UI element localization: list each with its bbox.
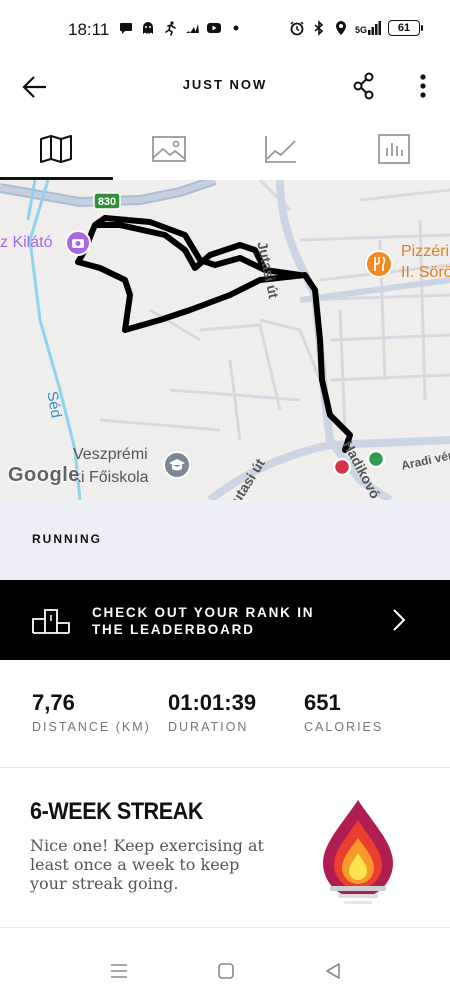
stat-label: DURATION	[168, 720, 249, 734]
bar-chart-icon	[377, 134, 410, 164]
alarm-icon	[290, 21, 304, 36]
system-nav-bar	[0, 940, 450, 1000]
chat-bubble-icon	[120, 23, 132, 34]
leaderboard-banner[interactable]: CHECK OUT YOUR RANK IN THE LEADERBOARD	[0, 580, 450, 660]
stat-calories: 651 CALORIES	[304, 690, 383, 734]
tab-pace-chart[interactable]	[225, 118, 338, 180]
map-label-veszpremi: Veszprémi	[73, 446, 148, 463]
status-bar: 18:11 5G 61	[0, 0, 450, 60]
route-map[interactable]: 830 z Kilátó Pizzéri II. Sörö Jutasi út …	[0, 180, 450, 500]
google-logo: Google	[8, 464, 80, 486]
battery-icon: 61	[388, 20, 423, 36]
streak-title: 6-WEEK STREAK	[30, 798, 203, 825]
flame-torch-icon	[323, 800, 393, 904]
back-triangle-icon[interactable]	[322, 960, 344, 982]
bluetooth-icon	[314, 20, 324, 36]
stat-distance: 7,76 DISTANCE (KM)	[32, 690, 151, 734]
location-icon	[335, 21, 346, 35]
page-title: JUST NOW	[182, 77, 268, 92]
activity-type: RUNNING	[32, 532, 102, 546]
stat-label: DISTANCE (KM)	[32, 720, 151, 734]
chevron-right-icon	[393, 609, 406, 631]
more-vertical-icon[interactable]	[413, 72, 433, 100]
map-label-pizzeria: Pizzéri	[401, 243, 450, 260]
status-time: 18:11	[68, 20, 110, 39]
youtube-icon	[207, 23, 221, 33]
adidas-icon	[186, 24, 199, 33]
stat-duration: 01:01:39 DURATION	[168, 690, 256, 734]
stat-value: 651	[304, 690, 341, 715]
map-icon	[40, 135, 73, 163]
route-path	[75, 215, 353, 453]
leaderboard-text: CHECK OUT YOUR RANK IN THE LEADERBOARD	[92, 605, 315, 637]
image-icon	[151, 136, 186, 162]
status-right-icons: 5G 61	[289, 20, 423, 36]
ghost-icon	[143, 22, 153, 34]
map-label-pizzeria-2: II. Sörö	[401, 264, 450, 281]
signal-icon: 5G	[355, 21, 382, 35]
tab-splits[interactable]	[338, 118, 450, 180]
share-icon[interactable]	[352, 72, 376, 100]
map-label-foiskola: ki Főiskola	[73, 469, 149, 486]
app-header: JUST NOW	[0, 60, 450, 116]
stat-label: CALORIES	[304, 720, 384, 734]
home-square-icon[interactable]	[215, 960, 237, 982]
stat-value: 01:01:39	[168, 690, 257, 715]
start-marker	[366, 449, 386, 469]
dot-icon	[233, 25, 239, 31]
network-type: 5G	[354, 25, 367, 35]
map-label-kilato: z Kilátó	[0, 234, 53, 251]
road-number: 830	[98, 196, 116, 208]
map-canvas: 830	[0, 180, 450, 500]
stats-row: 7,76 DISTANCE (KM) 01:01:39 DURATION 651…	[0, 660, 450, 768]
podium-icon	[32, 609, 70, 634]
streak-text: Nice one! Keep exercising at least once …	[30, 836, 264, 893]
status-left-icons	[118, 20, 244, 36]
battery-level: 61	[397, 22, 411, 34]
activity-section: RUNNING	[0, 500, 450, 580]
runner-icon	[165, 21, 176, 36]
line-chart-icon	[265, 136, 297, 163]
tab-map[interactable]	[0, 118, 113, 180]
stat-value: 7,76	[32, 690, 75, 715]
tab-photos[interactable]	[113, 118, 226, 180]
menu-icon[interactable]	[108, 960, 130, 982]
tab-bar	[0, 118, 450, 180]
streak-card[interactable]: 6-WEEK STREAK Nice one! Keep exercising …	[0, 768, 450, 928]
